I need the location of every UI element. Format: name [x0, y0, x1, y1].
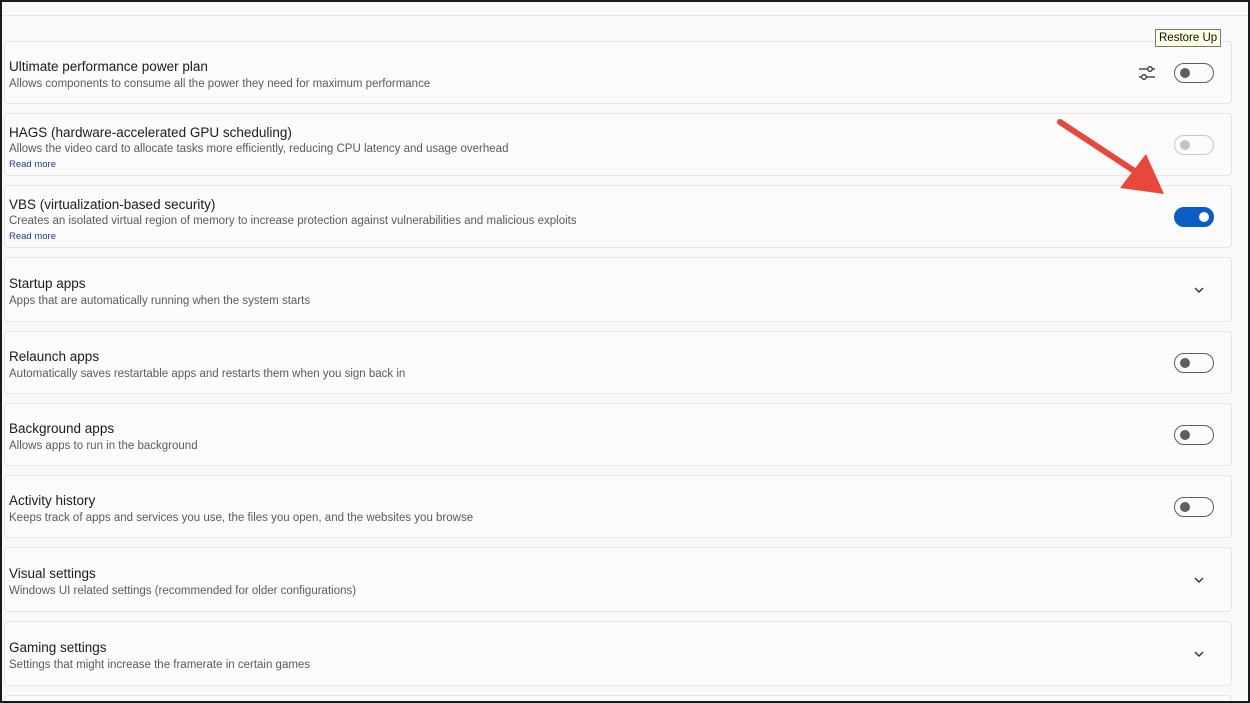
setting-title: Background apps	[9, 421, 115, 436]
setting-title: Ultimate performance power plan	[9, 59, 208, 74]
setting-description: Allows apps to run in the background	[9, 440, 198, 452]
setting-title: VBS (virtualization-based security)	[9, 197, 216, 212]
chevron-down-icon[interactable]	[1191, 282, 1207, 298]
setting-next-partial	[4, 695, 1232, 701]
setting-description: Allows components to consume all the pow…	[9, 78, 431, 90]
toggle-knob	[1180, 430, 1190, 440]
setting-title: Visual settings	[9, 566, 96, 581]
chevron-down-icon[interactable]	[1191, 646, 1207, 662]
setting-description: Settings that might increase the framera…	[9, 659, 311, 671]
red-arrow-annotation	[1057, 119, 1164, 194]
setting-title: Startup apps	[9, 276, 86, 291]
chevron-down-icon[interactable]	[1191, 572, 1207, 588]
setting-title: Activity history	[9, 493, 96, 508]
ultimate-performance-toggle[interactable]	[1174, 63, 1214, 83]
settings-window: Ultimate performance power plan Allows c…	[0, 0, 1250, 703]
read-more-link[interactable]: Read more	[9, 159, 56, 170]
toggle-knob	[1180, 358, 1190, 368]
toggle-knob	[1180, 68, 1190, 78]
background-apps-toggle[interactable]	[1174, 425, 1214, 445]
toggle-knob	[1199, 212, 1209, 222]
setting-activity-history: Activity history Keeps track of apps and…	[4, 475, 1232, 538]
setting-description: Windows UI related settings (recommended…	[9, 585, 357, 597]
setting-description: Keeps track of apps and services you use…	[9, 512, 474, 524]
top-strip	[2, 2, 1248, 16]
setting-startup-apps[interactable]: Startup apps Apps that are automatically…	[4, 257, 1232, 322]
setting-gaming-settings[interactable]: Gaming settings Settings that might incr…	[4, 621, 1232, 686]
read-more-link[interactable]: Read more	[9, 231, 56, 242]
toggle-knob	[1180, 502, 1190, 512]
setting-title: Gaming settings	[9, 640, 107, 655]
activity-history-toggle[interactable]	[1174, 497, 1214, 517]
relaunch-apps-toggle[interactable]	[1174, 353, 1214, 373]
setting-description: Automatically saves restartable apps and…	[9, 368, 406, 380]
setting-description: Creates an isolated virtual region of me…	[9, 215, 577, 227]
setting-relaunch-apps: Relaunch apps Automatically saves restar…	[4, 331, 1232, 394]
sliders-icon[interactable]	[1138, 64, 1156, 82]
setting-visual-settings[interactable]: Visual settings Windows UI related setti…	[4, 547, 1232, 612]
setting-background-apps: Background apps Allows apps to run in th…	[4, 403, 1232, 466]
setting-title: Relaunch apps	[9, 349, 100, 364]
tooltip: Restore Up	[1155, 29, 1222, 47]
setting-ultimate-performance: Ultimate performance power plan Allows c…	[4, 41, 1232, 104]
setting-description: Apps that are automatically running when…	[9, 295, 311, 307]
setting-title: HAGS (hardware-accelerated GPU schedulin…	[9, 125, 292, 140]
setting-description: Allows the video card to allocate tasks …	[9, 143, 509, 155]
